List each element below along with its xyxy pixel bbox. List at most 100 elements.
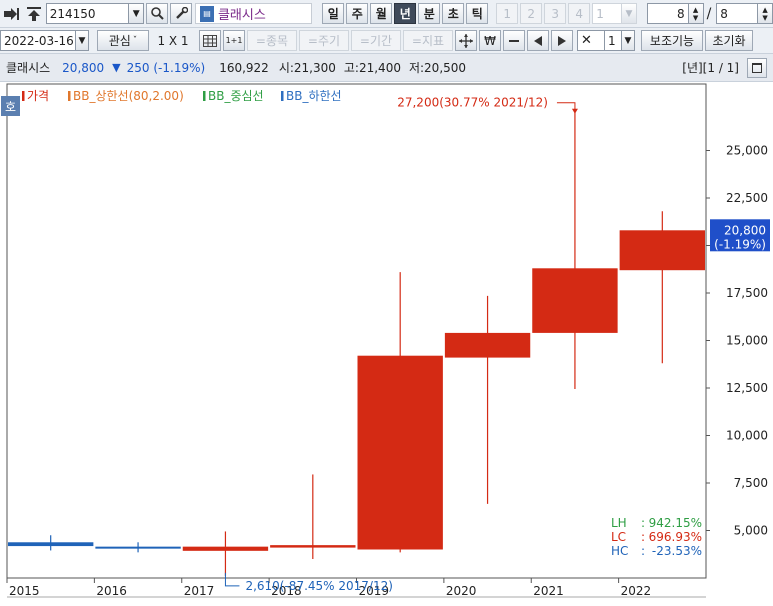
fullscreen-button[interactable] [747,57,767,78]
arrow-in-icon[interactable] [2,3,22,24]
min-annotation: 2,610(-87.45% 2017/12) [245,579,392,593]
period-button-4[interactable]: 분 [418,3,441,24]
search-button[interactable] [146,3,169,24]
status-stock-name: 클래시스 [6,61,51,75]
candle-body [444,332,531,358]
y-tick-label: 12,500 [726,381,768,395]
grid-icon [203,34,217,47]
side-badge-label: 호 [5,100,16,114]
scroll-left-button[interactable] [527,30,549,51]
scroll-right-button[interactable] [551,30,573,51]
legend-label: 가격 [27,89,49,103]
x-tick-label: 2021 [533,584,564,598]
period-button-5[interactable]: 초 [442,3,465,24]
search-icon [150,7,164,20]
period-button-6[interactable]: 틱 [466,3,489,24]
min-annotation-leader [224,572,240,587]
stock-name-field[interactable]: ▤ 클래시스 [194,3,313,24]
close-count-field[interactable]: ✕ [577,30,605,51]
interest-label: 관심 [108,34,131,48]
stat-value: 696.93% [649,530,702,544]
page-input[interactable]: 8 [646,3,689,24]
zoom-out-button[interactable] [503,30,525,51]
max-annotation-arrow [571,108,578,114]
count-field[interactable]: 1 [604,30,622,51]
stack-icon[interactable] [24,3,44,24]
stat-value: -23.53% [652,544,702,558]
total-stepper[interactable]: ▲ ▼ [757,3,773,24]
candle-body [619,230,705,271]
toolbar-second: 2022-03-16 ▼ 관심 ˇ 1 X 1 1+1 =종목 =주기 =기간 =… [0,28,773,54]
date-input[interactable]: 2022-03-16 [0,30,76,51]
split-dropdown-button[interactable]: ▼ [621,3,637,24]
chevron-down-icon: ▼ [132,8,140,19]
split-input[interactable]: 1 [592,3,623,24]
last-change-label: (-1.19%) [714,237,766,251]
cycle-button[interactable]: =주기 [299,30,349,51]
x-tick-label: 2022 [621,584,652,598]
x-tick-label: 2015 [9,584,40,598]
stat-sep: : [641,544,645,558]
scroll-left-icon [534,35,542,46]
legend-swatch [68,91,71,101]
period-button-3[interactable]: 년 [394,3,417,24]
period-button-2[interactable]: 월 [370,3,393,24]
x-tick-label: 2020 [446,584,477,598]
price-status-bar: 클래시스 20,800 ▼ 250 (-1.19%) 160,922 시:21,… [0,54,773,82]
date-dropdown-button[interactable]: ▼ [75,30,89,51]
candle-body [270,545,356,548]
settings-button[interactable] [170,3,192,24]
split-button-1[interactable]: 1 [496,3,519,24]
page-total-field[interactable]: 8 [716,3,759,24]
candle-body [95,546,181,549]
period-buttons: 일주월년분초틱 [320,3,489,24]
y-tick-label: 25,000 [726,144,768,158]
y-tick-label: 17,500 [726,286,768,300]
scroll-right-icon [558,35,566,46]
stat-value: 942.15% [649,516,702,530]
page-stepper[interactable]: ▲ ▼ [687,3,704,24]
layout-label[interactable]: 1 X 1 [149,34,197,48]
x-tick-label: 2016 [96,584,127,598]
y-tick-label: 5,000 [734,524,768,538]
stat-key: LC [611,530,626,544]
stock-logo-icon: ▤ [199,5,214,22]
item-button[interactable]: =종목 [247,30,297,51]
max-annotation-leader [556,102,576,111]
stock-code-input[interactable]: 214150 [45,3,130,24]
x-tick-label: 2017 [184,584,215,598]
down-arrow-icon: ▼ [112,61,121,74]
code-dropdown-button[interactable]: ▼ [128,3,145,24]
legend-swatch [281,91,284,101]
candlestick-chart[interactable]: 5,0007,50010,00012,50015,00017,50020,000… [0,82,773,606]
stat-sep: : [641,530,645,544]
legend-swatch [22,91,25,101]
chevron-down-icon: ˇ [132,35,138,46]
count-dropdown-button[interactable]: ▼ [621,30,635,51]
crosshair-button[interactable] [455,30,477,51]
period-button-1[interactable]: 주 [346,3,369,24]
chart-area[interactable]: 5,0007,50010,00012,50015,00017,50020,000… [0,82,773,606]
indicator-button[interactable]: =지표 [403,30,453,51]
split-button-2[interactable]: 2 [520,3,543,24]
legend-label: BB_중심선 [208,89,264,103]
status-change: 250 (-1.19%) [126,60,206,75]
candle-body [8,542,94,547]
wrench-icon [175,7,188,19]
last-price-label: 20,800 [724,223,766,237]
period-range-button[interactable]: =기간 [351,30,401,51]
y-tick-label: 22,500 [726,191,768,205]
candle-body [357,355,443,550]
interest-button[interactable]: 관심 ˇ [97,30,149,51]
reset-button[interactable]: 초기화 [705,30,753,51]
split-button-3[interactable]: 3 [544,3,567,24]
y-tick-label: 15,000 [726,334,768,348]
status-price: 20,800 [62,60,105,75]
won-button[interactable]: ₩ [479,30,501,51]
period-button-0[interactable]: 일 [322,3,345,24]
split-one-button[interactable]: 1+1 [223,30,245,51]
aux-function-button[interactable]: 보조기능 [641,30,703,51]
split-button-4[interactable]: 4 [568,3,591,24]
grid-button[interactable] [199,30,221,51]
legend-swatch [203,91,206,101]
